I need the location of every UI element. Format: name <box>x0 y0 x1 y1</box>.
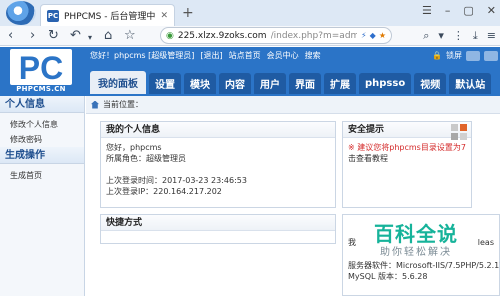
lock-screen-link[interactable]: 锁屏 <box>446 50 462 61</box>
home-icon[interactable]: ⌂ <box>104 27 112 45</box>
shield-icon[interactable]: ◆ <box>370 31 376 40</box>
personal-info-panel: 我的个人信息 您好，phpcms 所属角色：超级管理员 上次登录时间：2017-… <box>100 121 336 208</box>
url-domain: 225.xlzx.9zoks.com <box>177 30 267 41</box>
breadcrumb: 当前位置： <box>86 96 500 114</box>
star-bookmark-icon[interactable]: ★ <box>379 31 386 40</box>
security-tip[interactable]: 击查看教程 <box>348 153 466 164</box>
lock-icon[interactable]: 🔒 <box>432 51 442 60</box>
star-icon[interactable]: ☆ <box>124 27 136 45</box>
browser-tab-title: PHPCMS - 后台管理中心 <box>64 12 156 22</box>
grid-icon[interactable]: ⋮ <box>453 29 464 43</box>
browser-tab[interactable]: PC PHPCMS - 后台管理中心 ✕ <box>40 4 175 26</box>
last-login-time: 上次登录时间：2017-03-23 23:46:53 <box>106 176 247 185</box>
greeting-line: 您好，phpcms <box>106 143 162 152</box>
server-software: 服务器软件：Microsoft-IIS/7.5PHP/5.2.17 <box>348 261 500 270</box>
tab-my-panel[interactable]: 我的面板 <box>90 71 146 94</box>
browser-tab-bar: PC PHPCMS - 后台管理中心 ✕ + ☰ – ▢ ✕ <box>0 0 500 26</box>
reload-icon[interactable]: ↻ <box>48 27 59 45</box>
tab-extensions[interactable]: 扩展 <box>324 73 356 94</box>
browser-toolbar: ‹ › ↻ ↶ ▾ ⌂ ☆ ◉ 225.xlzx.9zoks.com /inde… <box>0 26 500 46</box>
minimize-icon[interactable]: – <box>445 4 451 17</box>
top-links: 您好！phpcms [超级管理员] [退出] 站点首页 会员中心 搜索 <box>90 50 321 61</box>
watermark: 百科全说 助你轻松解决 <box>368 222 464 259</box>
sidebar-section-generate[interactable]: 生成操作 <box>0 147 84 164</box>
sidebar-section-personal-info[interactable]: 个人信息 <box>0 96 84 113</box>
tab-default-site[interactable]: 默认站 <box>449 73 492 94</box>
tab-settings[interactable]: 设置 <box>149 73 181 94</box>
logo-text: PC <box>19 50 63 85</box>
dropdown-icon[interactable]: ▾ <box>438 29 444 43</box>
new-tab-plus-icon[interactable]: + <box>182 5 194 21</box>
system-info-fragment-right: leas <box>477 238 494 247</box>
panel-grid-icon[interactable] <box>451 124 467 140</box>
tab-video[interactable]: 视频 <box>414 73 447 94</box>
watermark-title: 百科全说 <box>374 222 458 246</box>
close-tab-icon[interactable]: ✕ <box>160 11 168 21</box>
member-center-link[interactable]: 会员中心 <box>267 50 299 61</box>
undo-icon[interactable]: ↶ <box>70 27 81 45</box>
breadcrumb-label: 当前位置： <box>103 100 143 109</box>
fullscreen-toggle-button[interactable] <box>484 50 498 61</box>
address-bar[interactable]: ◉ 225.xlzx.9zoks.com /index.php?m=adm ⚡ … <box>160 27 392 44</box>
panel-title: 我的个人信息 <box>101 122 335 138</box>
main-nav-tabs: 我的面板 设置 模块 内容 用户 界面 扩展 phpsso 视频 默认站 <box>90 71 492 94</box>
system-info-fragment-left: 我 <box>348 238 356 247</box>
top-right-tools: 🔒 锁屏 <box>432 50 498 61</box>
panel-title: 快捷方式 <box>101 215 335 231</box>
sidebar-item-edit-profile[interactable]: 修改个人信息 <box>0 117 84 132</box>
phpcms-logo-icon: PC <box>10 49 72 85</box>
undo-dropdown-icon[interactable]: ▾ <box>88 29 92 47</box>
menu-icon[interactable]: ☰ <box>422 4 432 17</box>
search-link[interactable]: 搜索 <box>305 50 321 61</box>
layout-toggle-button[interactable] <box>466 50 480 61</box>
tab-interface[interactable]: 界面 <box>289 73 321 94</box>
lightning-icon[interactable]: ⚡ <box>361 31 367 40</box>
phpcms-logo[interactable]: PC PHPCMS.CN <box>10 49 72 93</box>
window-controls: ☰ – ▢ ✕ <box>422 4 496 17</box>
security-warning[interactable]: ※ 建议您将phpcms目录设置为755（linux <box>348 142 466 153</box>
tab-modules[interactable]: 模块 <box>184 73 216 94</box>
greeting-text: 您好！phpcms [超级管理员] <box>90 51 195 60</box>
quick-links-panel: 快捷方式 <box>100 214 336 244</box>
last-login-ip: 上次登录IP：220.164.217.202 <box>106 187 222 196</box>
sidebar-item-change-password[interactable]: 修改密码 <box>0 132 84 147</box>
mysql-version: MySQL 版本：5.6.28 <box>348 272 428 281</box>
phpcms-favicon-icon: PC <box>47 9 59 22</box>
logout-link[interactable]: [退出] <box>200 50 222 61</box>
search-icon[interactable]: ⌕ <box>423 29 429 43</box>
extensions-icon[interactable]: ≡ <box>487 29 496 43</box>
maximize-icon[interactable]: ▢ <box>463 4 473 17</box>
browser-logo-icon[interactable] <box>6 1 36 25</box>
back-arrow-icon[interactable]: ‹ <box>8 27 13 45</box>
left-sidebar: 个人信息 修改个人信息 修改密码 生成操作 生成首页 <box>0 96 85 296</box>
tab-content[interactable]: 内容 <box>219 73 251 94</box>
secure-shield-icon: ◉ <box>166 30 174 41</box>
download-icon[interactable]: ⤓ <box>473 29 478 43</box>
site-home-link[interactable]: 站点首页 <box>229 50 261 61</box>
forward-arrow-icon[interactable]: › <box>30 27 35 45</box>
role-line: 所属角色：超级管理员 <box>106 154 186 163</box>
close-window-icon[interactable]: ✕ <box>487 4 496 17</box>
sidebar-item-generate-home[interactable]: 生成首页 <box>0 168 84 183</box>
tab-phpsso[interactable]: phpsso <box>359 73 412 94</box>
security-tips-panel: 安全提示 ※ 建议您将phpcms目录设置为755（linux 击查看教程 <box>342 121 472 208</box>
logo-subtitle: PHPCMS.CN <box>16 85 66 93</box>
home-icon <box>91 100 99 109</box>
cms-header: PC PHPCMS.CN 您好！phpcms [超级管理员] [退出] 站点首页… <box>0 47 500 96</box>
url-path: /index.php?m=adm <box>270 30 358 41</box>
watermark-subtitle: 助你轻松解决 <box>380 247 452 258</box>
tab-users[interactable]: 用户 <box>254 73 286 94</box>
